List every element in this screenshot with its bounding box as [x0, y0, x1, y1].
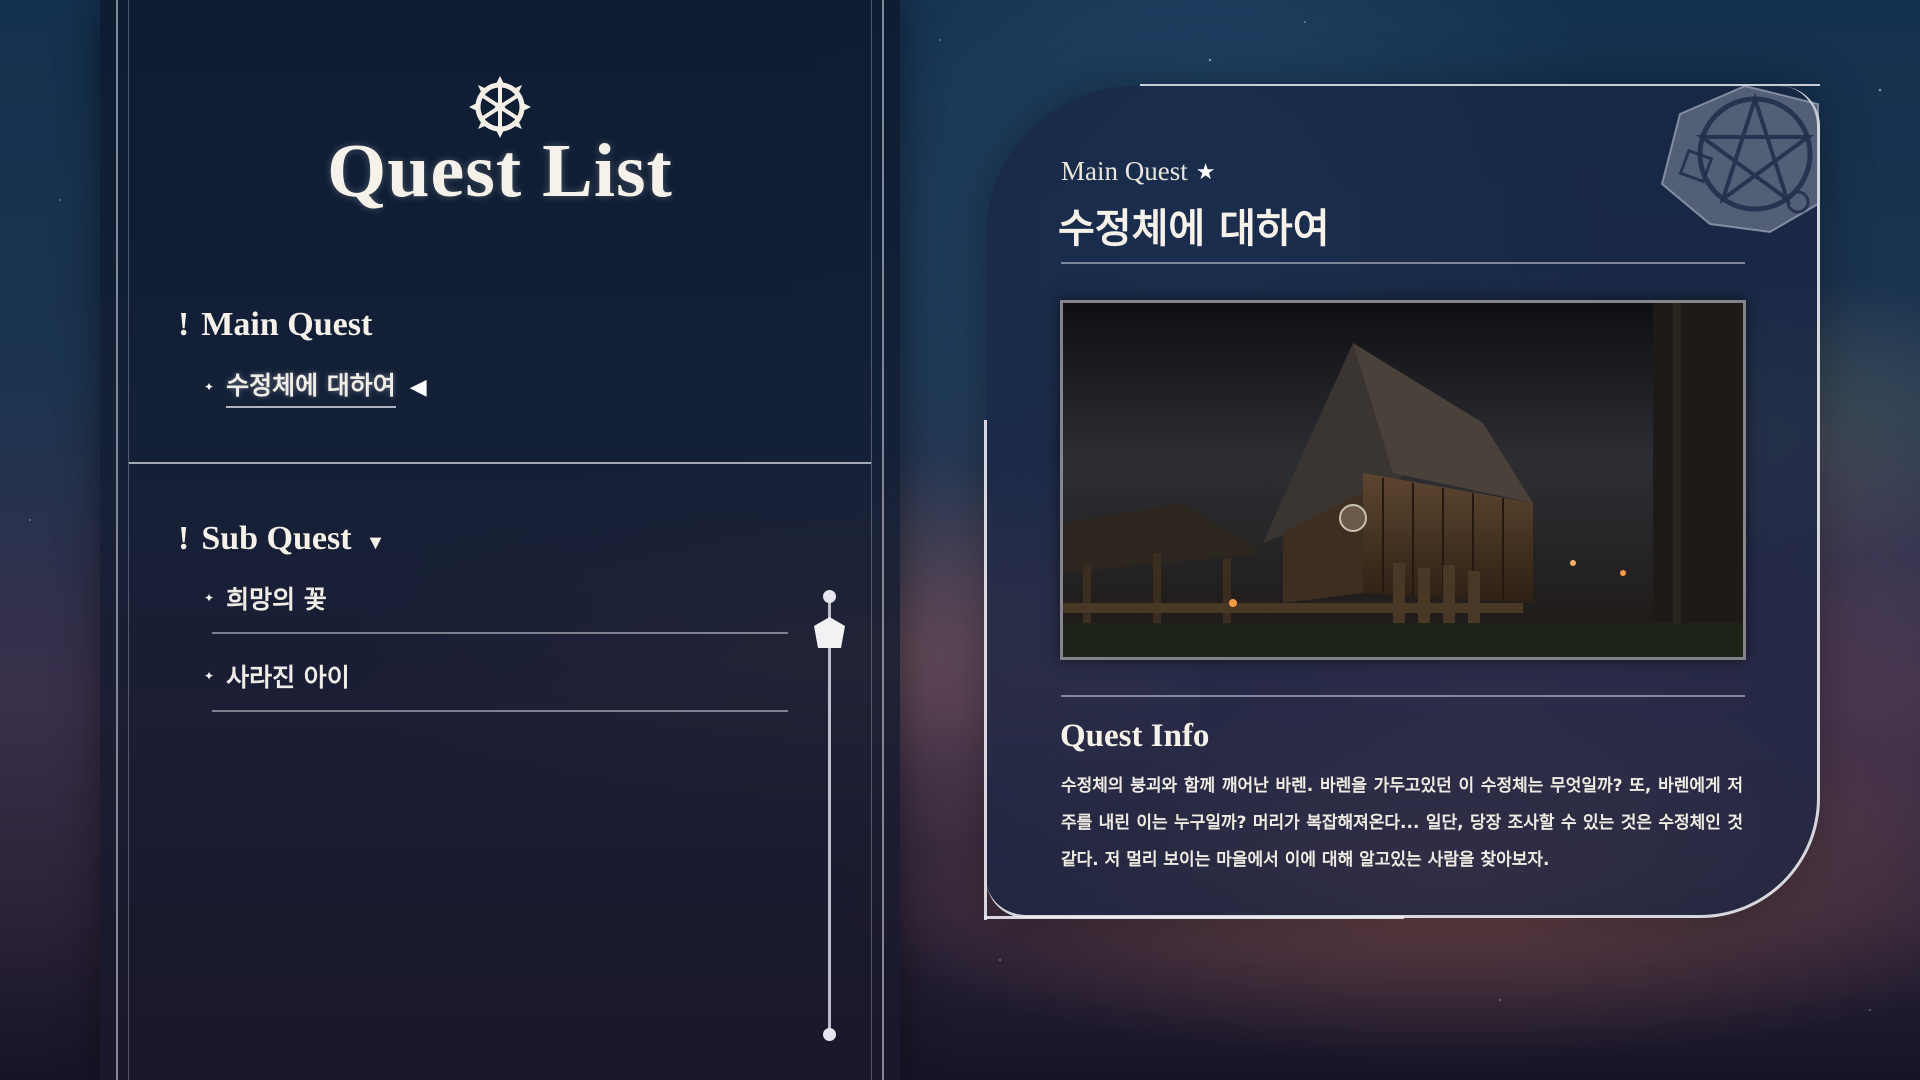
sub-quest-heading[interactable]: ! Sub Quest ▼ [178, 520, 385, 558]
main-quest-heading: ! Main Quest [178, 306, 372, 344]
main-quest-heading-label: Main Quest [201, 306, 373, 343]
exclamation-marker: ! [178, 306, 190, 343]
star-icon: ★ [1195, 158, 1216, 184]
list-divider [212, 632, 788, 634]
quest-item-label: 희망의 꽃 [226, 585, 327, 614]
sub-quest-heading-label: Sub Quest [201, 520, 352, 557]
pentagram-seal-icon [1660, 84, 1819, 234]
quest-title: 수정체에 대하여 [1058, 206, 1330, 252]
frame-line-bottom [984, 916, 1404, 919]
quest-item-crystal[interactable]: ✦ 수정체에 대하여 ◀ [204, 366, 427, 408]
exclamation-marker: ! [178, 520, 190, 557]
quest-item-flower-of-hope[interactable]: ✦ 희망의 꽃 [204, 580, 327, 616]
selected-pointer-icon: ◀ [409, 374, 427, 400]
scrollbar-track[interactable] [828, 596, 831, 1034]
quest-list-panel: Quest List ! Main Quest ✦ 수정체에 대하여 ◀ ! S… [100, 0, 900, 1080]
section-divider [129, 462, 871, 464]
quest-type-label: Main Quest ★ [1061, 156, 1215, 187]
frame-line-left [984, 420, 987, 920]
list-divider [212, 710, 788, 712]
title-divider [1061, 262, 1745, 264]
info-divider [1061, 695, 1745, 697]
sparkle-bullet-icon: ✦ [204, 380, 215, 394]
quest-image [1060, 300, 1746, 660]
scrollbar-top-cap [823, 590, 836, 603]
scrollbar-bottom-cap [823, 1028, 836, 1041]
quest-item-label: 사라진 아이 [226, 663, 350, 692]
sparkle-bullet-icon: ✦ [204, 591, 215, 605]
triangle-down-icon[interactable]: ▼ [366, 532, 386, 555]
viking-longhouse-night-scene [1063, 303, 1743, 657]
scrollbar-thumb[interactable] [813, 616, 846, 652]
quest-item-lost-child[interactable]: ✦ 사라진 아이 [204, 658, 350, 694]
quest-info-heading: Quest Info [1060, 718, 1210, 754]
sparkle-bullet-icon: ✦ [204, 669, 215, 683]
quest-type-text: Main Quest [1061, 156, 1188, 186]
quest-item-label: 수정체에 대하여 [226, 366, 396, 408]
quest-info-description: 수정체의 붕괴와 함께 깨어난 바렌. 바렌을 가두고있던 이 수정체는 무엇일… [1061, 776, 1743, 870]
page-title: Quest List [327, 129, 673, 213]
compass-wheel-icon [469, 76, 531, 138]
